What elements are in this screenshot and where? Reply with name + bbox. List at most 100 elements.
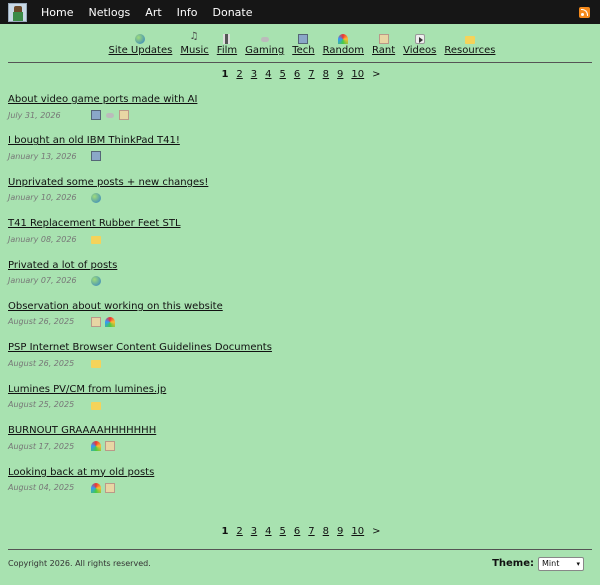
site-logo-icon[interactable]	[8, 2, 27, 22]
computer-icon[interactable]	[91, 151, 101, 162]
page-link-2[interactable]: 2	[236, 69, 242, 80]
page-link-2[interactable]: 2	[236, 526, 242, 537]
rainbow-icon[interactable]	[91, 441, 101, 452]
theme-label: Theme:	[492, 558, 534, 570]
post-meta: August 17, 2025	[8, 441, 600, 452]
post-item: Lumines PV/CM from lumines.jp August 25, …	[8, 384, 600, 425]
folder-icon[interactable]	[91, 236, 101, 245]
folder-icon[interactable]	[91, 401, 101, 410]
next-page-link[interactable]: >	[372, 69, 380, 80]
page-link-5[interactable]: 5	[280, 526, 286, 537]
page-link-3[interactable]: 3	[251, 526, 257, 537]
theme-select[interactable]: Mint ▾	[538, 556, 584, 571]
post-date: January 10, 2026	[8, 193, 77, 203]
notepad-icon[interactable]	[105, 482, 115, 493]
category-videos[interactable]: Videos	[403, 34, 436, 56]
post-date: January 08, 2026	[8, 234, 77, 244]
page-link-4[interactable]: 4	[265, 69, 271, 80]
folder-icon	[464, 36, 475, 44]
category-gaming[interactable]: Gaming	[245, 34, 284, 56]
category-resources[interactable]: Resources	[444, 34, 495, 56]
theme-selected-value: Mint	[542, 559, 560, 569]
post-title-link[interactable]: Privated a lot of posts	[8, 260, 600, 272]
post-title-link[interactable]: Observation about working on this websit…	[8, 301, 600, 313]
post-date: January 13, 2026	[8, 151, 77, 161]
page-link-4[interactable]: 4	[265, 526, 271, 537]
nav-link-info[interactable]: Info	[177, 6, 198, 19]
page-link-5[interactable]: 5	[280, 69, 286, 80]
nav-link-home[interactable]: Home	[41, 6, 73, 19]
category-label: Rant	[372, 45, 396, 56]
page-link-7[interactable]: 7	[308, 526, 314, 537]
post-title-link[interactable]: PSP Internet Browser Content Guidelines …	[8, 342, 600, 354]
page-link-7[interactable]: 7	[308, 69, 314, 80]
post-item: Privated a lot of posts January 07, 2026	[8, 260, 600, 301]
page-link-8[interactable]: 8	[323, 69, 329, 80]
computer-icon	[298, 34, 309, 44]
computer-icon[interactable]	[91, 110, 101, 120]
page-link-9[interactable]: 9	[337, 69, 343, 80]
nav-link-art[interactable]: Art	[145, 6, 161, 19]
post-date: August 26, 2025	[8, 358, 75, 368]
post-date: January 07, 2026	[8, 276, 77, 286]
category-label: Music	[180, 45, 209, 56]
globe-icon[interactable]	[91, 192, 101, 203]
category-label: Videos	[403, 45, 437, 56]
page-link-10[interactable]: 10	[351, 526, 364, 537]
page-link-10[interactable]: 10	[351, 69, 364, 80]
post-meta: August 26, 2025	[8, 358, 600, 369]
controller-icon[interactable]	[105, 110, 115, 120]
post-meta: July 31, 2026	[8, 110, 600, 120]
post-item: Observation about working on this websit…	[8, 301, 600, 342]
notepad-icon[interactable]	[105, 441, 115, 452]
post-title-link[interactable]: Unprivated some posts + new changes!	[8, 177, 600, 189]
globe-icon[interactable]	[91, 275, 101, 286]
category-label: Random	[322, 45, 365, 56]
category-rant[interactable]: Rant	[372, 34, 395, 56]
category-tech[interactable]: Tech	[292, 34, 315, 56]
nav-link-netlogs[interactable]: Netlogs	[88, 6, 130, 19]
post-item: About video game ports made with AI July …	[8, 94, 600, 135]
post-date: August 17, 2025	[8, 441, 75, 451]
folder-icon[interactable]	[91, 360, 101, 369]
post-meta: January 10, 2026	[8, 192, 600, 203]
rainbow-icon[interactable]	[105, 316, 115, 327]
page-link-1[interactable]: 1	[221, 526, 228, 537]
post-date: July 31, 2026	[8, 110, 61, 120]
chevron-down-icon: ▾	[576, 559, 580, 568]
pagination-bottom: 1 2 3 4 5 6 7 8 9 10 >	[0, 526, 600, 537]
notepad-icon[interactable]	[119, 110, 129, 120]
page-link-1[interactable]: 1	[221, 69, 228, 80]
category-label: Tech	[292, 45, 315, 56]
page-link-6[interactable]: 6	[294, 69, 300, 80]
post-title-link[interactable]: About video game ports made with AI	[8, 94, 600, 106]
post-meta: August 26, 2025	[8, 316, 600, 327]
post-date: August 04, 2025	[8, 483, 75, 493]
rss-feed-icon[interactable]	[579, 7, 590, 18]
footer: Copyright 2026. All rights reserved. The…	[0, 556, 600, 571]
page-link-6[interactable]: 6	[294, 526, 300, 537]
category-random[interactable]: Random	[323, 34, 364, 56]
notepad-icon[interactable]	[91, 316, 101, 327]
rainbow-icon	[338, 34, 349, 44]
page-link-8[interactable]: 8	[323, 526, 329, 537]
theme-picker: Theme: Mint ▾	[492, 556, 584, 571]
category-film[interactable]: Film	[217, 34, 237, 56]
page-link-9[interactable]: 9	[337, 526, 343, 537]
footer-divider	[8, 548, 592, 550]
category-site-updates[interactable]: Site Updates	[109, 34, 172, 56]
post-title-link[interactable]: BURNOUT GRAAAAHHHHHHH	[8, 425, 600, 437]
post-title-link[interactable]: I bought an old IBM ThinkPad T41!	[8, 135, 600, 147]
post-title-link[interactable]: Lumines PV/CM from lumines.jp	[8, 384, 600, 396]
notepad-icon	[378, 34, 389, 44]
next-page-link[interactable]: >	[372, 526, 380, 537]
copyright-text: Copyright 2026. All rights reserved.	[8, 559, 151, 569]
film-icon	[223, 34, 231, 44]
category-music[interactable]: Music	[180, 31, 209, 56]
page-link-3[interactable]: 3	[251, 69, 257, 80]
post-title-link[interactable]: T41 Replacement Rubber Feet STL	[8, 218, 600, 230]
nav-link-donate[interactable]: Donate	[213, 6, 253, 19]
post-item: BURNOUT GRAAAAHHHHHHH August 17, 2025	[8, 425, 600, 466]
post-title-link[interactable]: Looking back at my old posts	[8, 467, 600, 479]
rainbow-icon[interactable]	[91, 482, 101, 493]
